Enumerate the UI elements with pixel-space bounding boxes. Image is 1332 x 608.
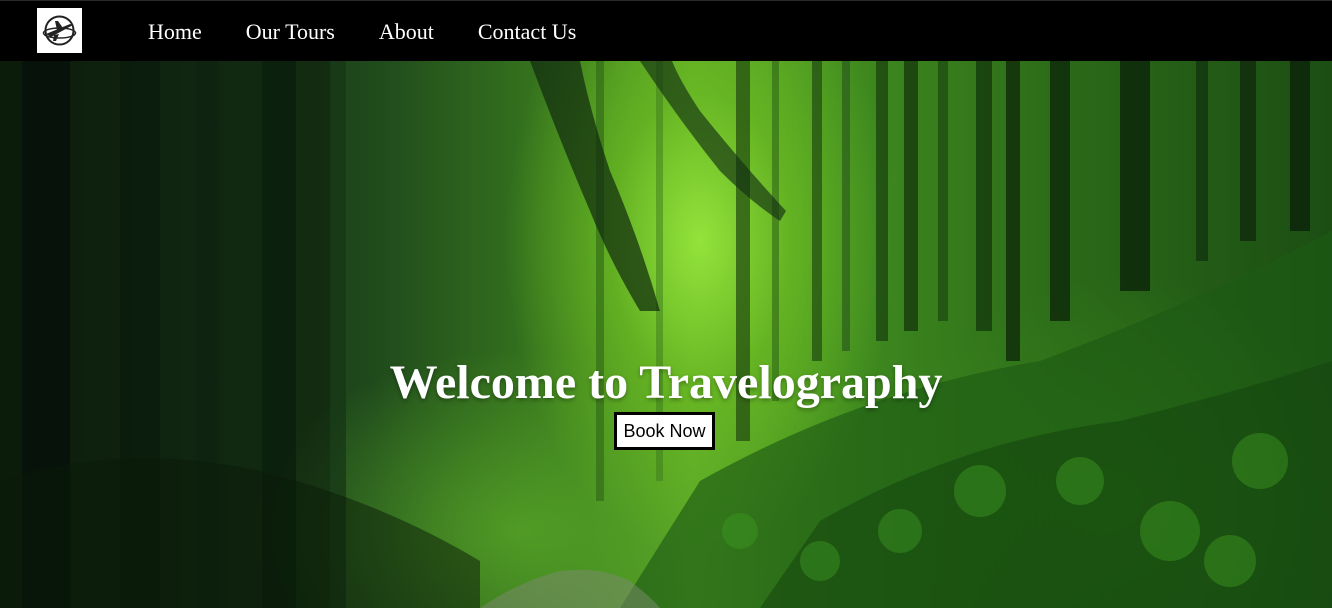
- main-nav: Home Our Tours About Contact Us: [148, 1, 620, 62]
- page: Home Our Tours About Contact Us Welcome …: [0, 0, 1332, 608]
- nav-link-about[interactable]: About: [379, 1, 434, 62]
- nav-link-home[interactable]: Home: [148, 1, 202, 62]
- nav-link-contact-us[interactable]: Contact Us: [478, 1, 576, 62]
- airplane-icon: [42, 15, 77, 46]
- forest-trees-decoration: [0, 61, 1332, 608]
- navbar: Home Our Tours About Contact Us: [0, 0, 1332, 61]
- hero-title: Welcome to Travelography: [389, 356, 943, 409]
- hero-section: Welcome to Travelography Book Now: [0, 61, 1332, 608]
- nav-link-our-tours[interactable]: Our Tours: [246, 1, 335, 62]
- book-now-button[interactable]: Book Now: [614, 412, 715, 450]
- site-logo[interactable]: [37, 8, 82, 53]
